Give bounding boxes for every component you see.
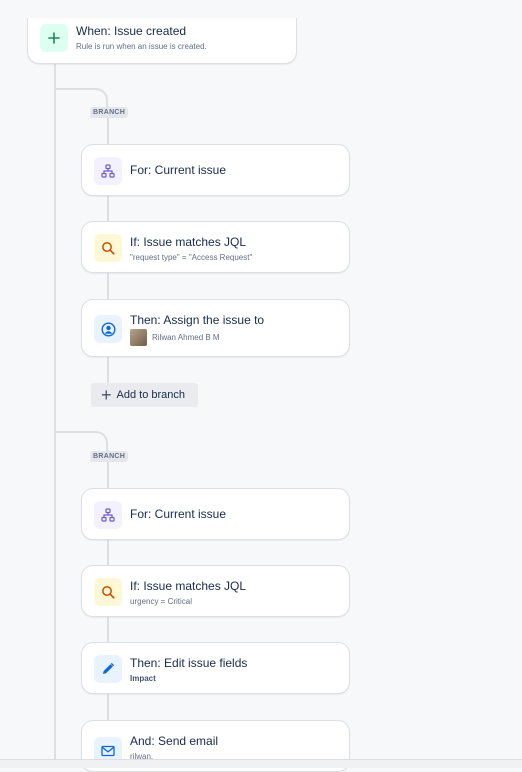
condition-icon-box: [94, 234, 122, 262]
branch-tag: BRANCH: [90, 451, 129, 462]
trigger-description: Rule is run when an issue is created.: [76, 42, 207, 51]
action-card[interactable]: Then: Edit issue fields Impact: [81, 642, 350, 694]
condition-icon-box: [94, 578, 122, 606]
pencil-icon: [103, 662, 115, 674]
send-email-title: And: Send email: [130, 734, 219, 748]
condition-detail: "request type" = "Access Request": [130, 253, 253, 262]
plus-icon: +: [101, 385, 112, 405]
action-icon-box: [94, 315, 122, 343]
action-title: Then: Assign the issue to: [130, 313, 265, 327]
hierarchy-icon: [101, 508, 115, 522]
search-icon: [102, 242, 115, 255]
user-circle-icon: [100, 321, 116, 337]
avatar: [130, 329, 147, 346]
branch-icon-box: [94, 501, 122, 529]
hierarchy-icon: [101, 164, 115, 178]
branch-icon-box: [94, 157, 122, 185]
action-card[interactable]: Then: Assign the issue to Rilwan Ahmed B…: [81, 299, 350, 357]
add-to-branch-label: Add to branch: [116, 389, 186, 401]
branch-tag: BRANCH: [90, 107, 129, 118]
condition-card[interactable]: If: Issue matches JQL "request type" = "…: [81, 221, 350, 273]
condition-detail: urgency = Critical: [130, 597, 193, 606]
trigger-card[interactable]: When: Issue created Rule is run when an …: [27, 18, 297, 64]
for-card-title: For: Current issue: [130, 507, 227, 521]
action-icon-box: [94, 655, 122, 683]
plus-icon: [48, 32, 60, 44]
trigger-title: When: Issue created: [76, 24, 187, 38]
assignee-name: Rilwan Ahmed B M: [152, 333, 220, 342]
for-card[interactable]: For: Current issue: [81, 144, 350, 196]
for-card-title: For: Current issue: [130, 163, 227, 177]
condition-title: If: Issue matches JQL: [130, 579, 247, 593]
add-to-branch-button[interactable]: + Add to branch: [91, 383, 198, 407]
search-icon: [102, 586, 115, 599]
for-card[interactable]: For: Current issue: [81, 488, 350, 540]
envelope-icon: [101, 745, 115, 757]
main-flow-line: [54, 64, 56, 764]
trigger-icon-box: [40, 24, 68, 52]
condition-card[interactable]: If: Issue matches JQL urgency = Critical: [81, 565, 350, 617]
condition-title: If: Issue matches JQL: [130, 235, 247, 249]
action-detail: Impact: [130, 674, 156, 683]
action-title: Then: Edit issue fields: [130, 656, 248, 670]
